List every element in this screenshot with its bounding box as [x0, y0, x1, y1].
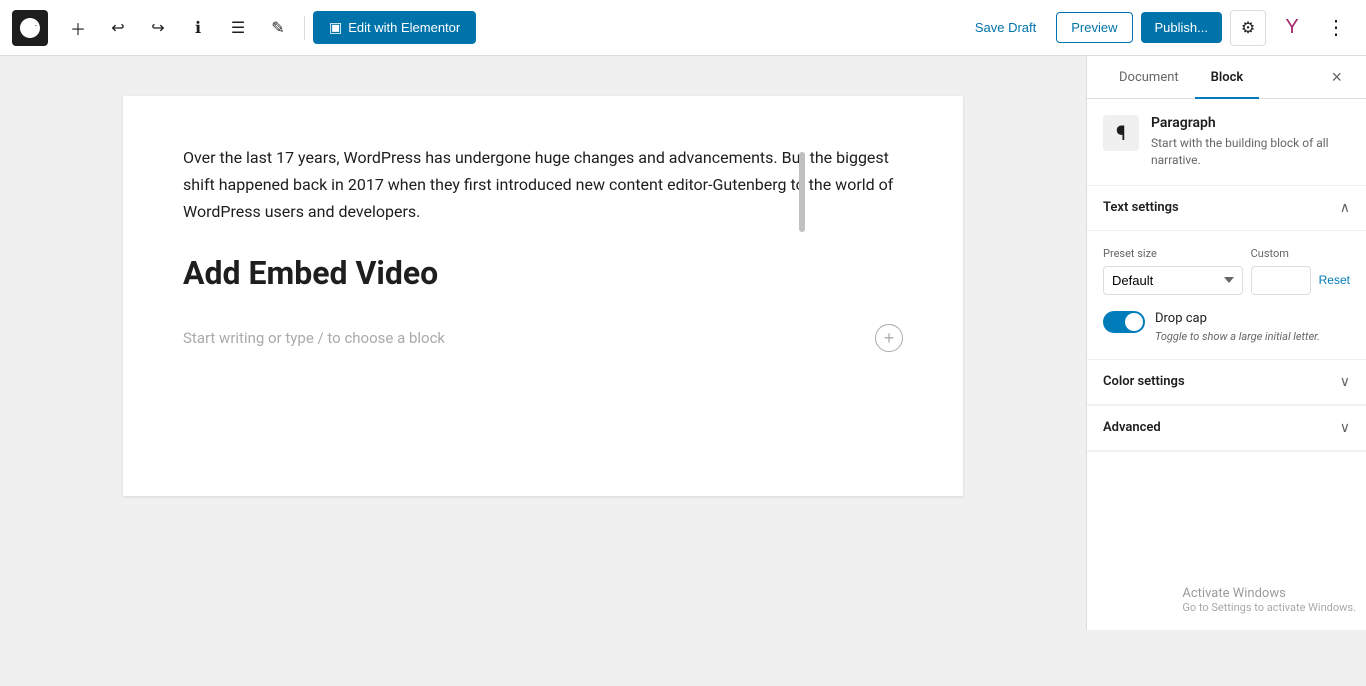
empty-block[interactable]: Start writing or type / to choose a bloc… — [183, 316, 903, 360]
add-block-inline-button[interactable]: + — [875, 324, 903, 352]
preset-col: Preset size Default — [1103, 247, 1243, 295]
tab-block[interactable]: Block — [1195, 56, 1260, 99]
drop-cap-toggle[interactable] — [1103, 311, 1145, 333]
paragraph-block-icon: ¶ — [1103, 115, 1139, 151]
scroll-thumb — [799, 152, 805, 232]
list-icon: ☰ — [231, 18, 245, 38]
drop-cap-label: Drop cap — [1155, 311, 1320, 326]
save-draft-button[interactable]: Save Draft — [963, 12, 1048, 43]
text-settings-body: Preset size Default Custom Reset — [1087, 231, 1366, 360]
reset-col: Reset — [1319, 247, 1350, 295]
edit-elementor-button[interactable]: ▣ Edit with Elementor — [313, 11, 476, 44]
gear-icon: ⚙ — [1241, 18, 1255, 38]
color-settings-title: Color settings — [1103, 374, 1185, 389]
drop-cap-text: Drop cap Toggle to show a large initial … — [1155, 311, 1320, 343]
color-settings-section: Color settings ∨ — [1087, 360, 1366, 406]
chevron-down-icon: ∨ — [1340, 374, 1350, 390]
top-toolbar: ＋ ↩ ↪ ℹ ☰ ✎ ▣ Edit with Elementor Save D… — [0, 0, 1366, 56]
close-icon: × — [1331, 67, 1342, 88]
more-options-button[interactable]: ⋮ — [1318, 10, 1354, 46]
advanced-header[interactable]: Advanced ∨ — [1087, 406, 1366, 451]
yoast-icon: Y — [1285, 16, 1298, 39]
advanced-section: Advanced ∨ — [1087, 406, 1366, 452]
editor-content: Over the last 17 years, WordPress has un… — [123, 96, 963, 496]
info-button[interactable]: ℹ — [180, 10, 216, 46]
chevron-down-advanced-icon: ∨ — [1340, 420, 1350, 436]
plus-circle-icon: + — [884, 329, 895, 347]
toolbar-right: Save Draft Preview Publish... ⚙ Y ⋮ — [963, 10, 1354, 46]
redo-icon: ↪ — [151, 18, 164, 38]
heading-block[interactable]: Add Embed Video — [183, 254, 903, 292]
advanced-title: Advanced — [1103, 420, 1161, 435]
sidebar-tabs: Document Block × — [1087, 56, 1366, 99]
text-settings-title: Text settings — [1103, 200, 1179, 215]
preset-size-select[interactable]: Default — [1103, 266, 1243, 295]
toggle-track — [1103, 311, 1145, 333]
custom-size-input[interactable] — [1251, 266, 1311, 295]
plus-icon: ＋ — [70, 16, 86, 40]
preset-label: Preset size — [1103, 247, 1243, 260]
elementor-icon: ▣ — [329, 19, 342, 36]
drop-cap-row: Drop cap Toggle to show a large initial … — [1103, 311, 1350, 343]
drop-cap-hint: Toggle to show a large initial letter. — [1155, 330, 1320, 343]
editor-wrapper: Over the last 17 years, WordPress has un… — [0, 56, 1086, 630]
block-name: Paragraph — [1151, 115, 1350, 131]
undo-icon: ↩ — [111, 18, 124, 38]
custom-col: Custom — [1251, 247, 1311, 295]
undo-button[interactable]: ↩ — [100, 10, 136, 46]
settings-button[interactable]: ⚙ — [1230, 10, 1266, 46]
main-layout: Over the last 17 years, WordPress has un… — [0, 56, 1366, 630]
more-icon: ⋮ — [1326, 15, 1346, 40]
redo-button[interactable]: ↪ — [140, 10, 176, 46]
tab-document[interactable]: Document — [1103, 56, 1195, 99]
publish-button[interactable]: Publish... — [1141, 12, 1222, 43]
preview-button[interactable]: Preview — [1056, 12, 1132, 43]
editor-area[interactable]: Over the last 17 years, WordPress has un… — [0, 56, 1086, 536]
chevron-up-icon: ∧ — [1340, 200, 1350, 216]
placeholder-text: Start writing or type / to choose a bloc… — [183, 329, 445, 347]
block-info: ¶ Paragraph Start with the building bloc… — [1087, 99, 1366, 186]
reset-size-button[interactable]: Reset — [1319, 267, 1350, 293]
block-info-text: Paragraph Start with the building block … — [1151, 115, 1350, 169]
pilcrow-icon: ¶ — [1116, 121, 1126, 145]
close-sidebar-button[interactable]: × — [1323, 59, 1350, 96]
scroll-track — [798, 112, 806, 630]
preset-row: Preset size Default Custom Reset — [1103, 247, 1350, 295]
text-settings-header[interactable]: Text settings ∧ — [1087, 186, 1366, 231]
custom-label: Custom — [1251, 247, 1311, 260]
right-sidebar: Document Block × ¶ Paragraph Start with … — [1086, 56, 1366, 630]
toolbar-divider — [304, 16, 305, 40]
yoast-button[interactable]: Y — [1274, 10, 1310, 46]
paragraph-block[interactable]: Over the last 17 years, WordPress has un… — [183, 144, 903, 226]
list-view-button[interactable]: ☰ — [220, 10, 256, 46]
tools-button[interactable]: ✎ — [260, 10, 296, 46]
info-icon: ℹ — [195, 18, 201, 38]
add-block-button[interactable]: ＋ — [60, 10, 96, 46]
wordpress-logo — [12, 10, 48, 46]
color-settings-header[interactable]: Color settings ∨ — [1087, 360, 1366, 405]
pencil-icon: ✎ — [271, 18, 284, 38]
block-description: Start with the building block of all nar… — [1151, 135, 1350, 169]
